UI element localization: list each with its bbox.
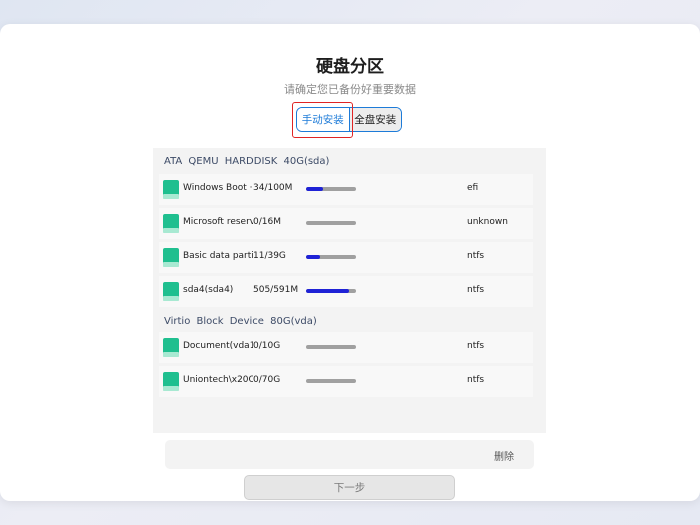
partition-row[interactable]: Basic data parti··· 11/39G ntfs bbox=[159, 242, 533, 273]
install-mode-tabs: 手动安装 全盘安装 bbox=[296, 107, 402, 132]
installer-window: 硬盘分区 请确定您已备份好重要数据 手动安装 全盘安装 ATA QEMU HAR… bbox=[0, 24, 700, 501]
partition-name: Basic data parti··· bbox=[183, 251, 253, 261]
usage-bar bbox=[306, 255, 356, 259]
partition-filesystem: ntfs bbox=[467, 251, 485, 261]
partition-size: 0/10G bbox=[253, 341, 281, 351]
partition-row[interactable]: sda4(sda4) 505/591M ntfs bbox=[159, 276, 533, 307]
usage-bar bbox=[306, 221, 356, 225]
partition-action-bar: 删除 bbox=[165, 440, 534, 469]
partition-name: Document(vda1) bbox=[183, 341, 253, 351]
tab-full-disk-install[interactable]: 全盘安装 bbox=[348, 108, 401, 131]
delete-button[interactable]: 删除 bbox=[494, 448, 514, 463]
partition-filesystem: efi bbox=[467, 183, 479, 193]
partition-size: 0/70G bbox=[253, 375, 281, 385]
usage-bar bbox=[306, 187, 356, 191]
next-button[interactable]: 下一步 bbox=[244, 475, 455, 500]
green-disk-icon bbox=[163, 282, 179, 301]
partition-filesystem: unknown bbox=[467, 217, 508, 227]
partition-filesystem: ntfs bbox=[467, 285, 485, 295]
partition-size: 11/39G bbox=[253, 251, 286, 261]
usage-bar bbox=[306, 289, 356, 293]
usage-bar bbox=[306, 345, 356, 349]
partition-size: 0/16M bbox=[253, 217, 281, 227]
partition-filesystem: ntfs bbox=[467, 375, 485, 385]
green-disk-icon bbox=[163, 372, 179, 391]
partition-name: sda4(sda4) bbox=[183, 285, 234, 295]
partition-filesystem: ntfs bbox=[467, 341, 485, 351]
usage-bar bbox=[306, 379, 356, 383]
partition-size: 34/100M bbox=[253, 183, 293, 193]
partition-name: Microsoft reserv··· bbox=[183, 217, 253, 227]
partition-row[interactable]: Uniontech\x20O··· 0/70G ntfs bbox=[159, 366, 533, 397]
disk-header-vda: Virtio Block Device 80G(vda) bbox=[164, 316, 317, 327]
partition-list: ATA QEMU HARDDISK 40G(sda) Windows Boot … bbox=[153, 148, 546, 433]
partition-name: Uniontech\x20O··· bbox=[183, 375, 253, 385]
green-disk-icon bbox=[163, 214, 179, 233]
partition-row[interactable]: Document(vda1) 0/10G ntfs bbox=[159, 332, 533, 363]
green-disk-icon bbox=[163, 180, 179, 199]
page-title: 硬盘分区 bbox=[316, 57, 384, 77]
partition-name: Windows Boot ··· bbox=[183, 183, 253, 193]
tab-manual-install[interactable]: 手动安装 bbox=[297, 108, 349, 131]
green-disk-icon bbox=[163, 248, 179, 267]
partition-size: 505/591M bbox=[253, 285, 299, 295]
partition-row[interactable]: Windows Boot ··· 34/100M efi bbox=[159, 174, 533, 205]
disk-header-sda: ATA QEMU HARDDISK 40G(sda) bbox=[164, 156, 330, 167]
partition-row[interactable]: Microsoft reserv··· 0/16M unknown bbox=[159, 208, 533, 239]
page-subtitle: 请确定您已备份好重要数据 bbox=[284, 83, 416, 96]
green-disk-icon bbox=[163, 338, 179, 357]
